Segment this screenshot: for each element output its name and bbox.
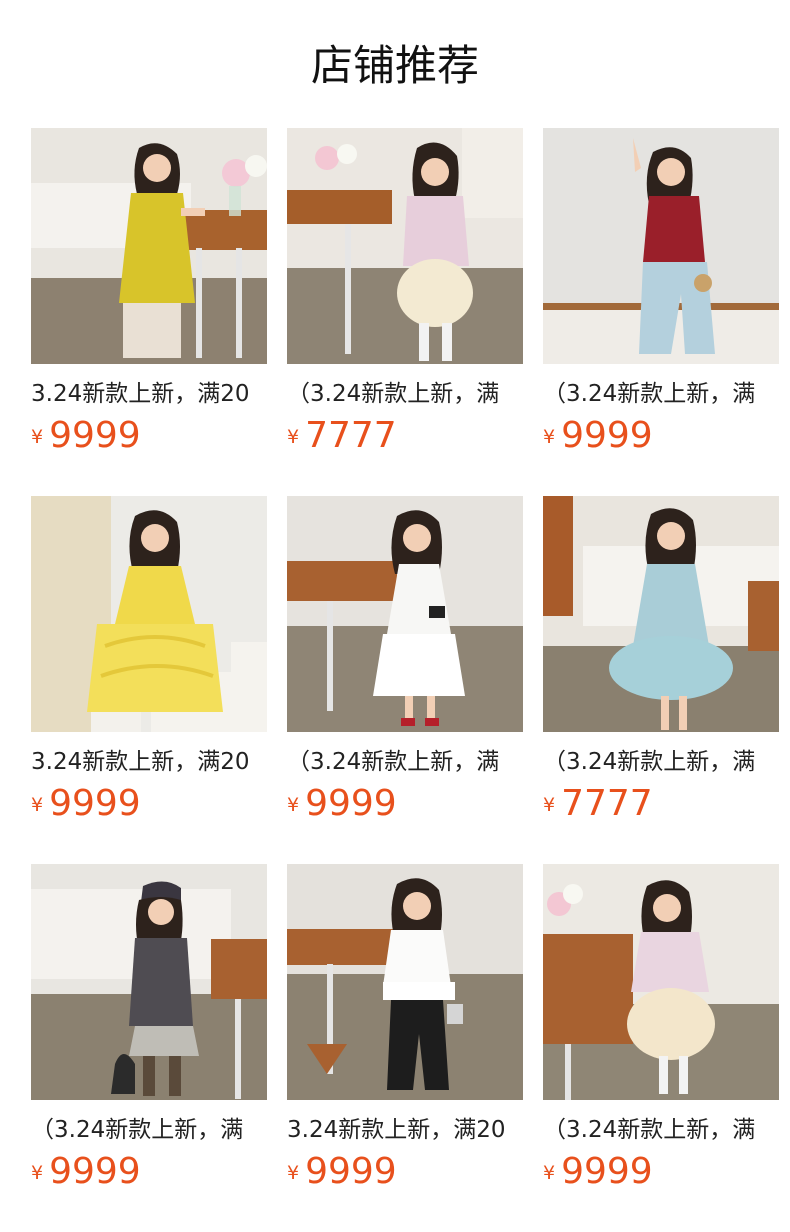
product-card[interactable]: （3.24新款上新，满 ¥9999 (543, 128, 779, 458)
product-title[interactable]: 3.24新款上新，满20 (31, 746, 267, 778)
product-price: ¥9999 (287, 1150, 523, 1194)
product-title[interactable]: 3.24新款上新，满20 (287, 1114, 523, 1146)
product-price: ¥9999 (31, 782, 267, 826)
product-title[interactable]: （3.24新款上新，满 (543, 746, 779, 778)
currency-symbol: ¥ (31, 794, 44, 816)
product-title[interactable]: （3.24新款上新，满 (287, 378, 523, 410)
product-price: ¥9999 (543, 414, 779, 458)
product-title[interactable]: （3.24新款上新，满 (543, 1114, 779, 1146)
price-amount: 7777 (561, 783, 653, 824)
product-card[interactable]: 3.24新款上新，满20 ¥9999 (287, 864, 523, 1194)
product-photo[interactable] (543, 496, 779, 732)
price-amount: 7777 (305, 415, 397, 456)
price-amount: 9999 (49, 783, 141, 824)
product-card[interactable]: （3.24新款上新，满 ¥9999 (31, 864, 267, 1194)
product-photo[interactable] (31, 128, 267, 364)
product-price: ¥7777 (543, 782, 779, 826)
currency-symbol: ¥ (543, 794, 556, 816)
product-title[interactable]: 3.24新款上新，满20 (31, 378, 267, 410)
currency-symbol: ¥ (287, 426, 300, 448)
product-photo[interactable] (287, 864, 523, 1100)
product-title[interactable]: （3.24新款上新，满 (543, 378, 779, 410)
product-card[interactable]: 3.24新款上新，满20 ¥9999 (31, 128, 267, 458)
product-price: ¥7777 (287, 414, 523, 458)
product-card[interactable]: （3.24新款上新，满 ¥7777 (543, 496, 779, 826)
price-amount: 9999 (49, 1151, 141, 1192)
product-card[interactable]: （3.24新款上新，满 ¥7777 (287, 128, 523, 458)
price-amount: 9999 (49, 415, 141, 456)
product-price: ¥9999 (287, 782, 523, 826)
price-amount: 9999 (561, 415, 653, 456)
product-title[interactable]: （3.24新款上新，满 (287, 746, 523, 778)
currency-symbol: ¥ (287, 1162, 300, 1184)
section-title: 店铺推荐 (310, 41, 479, 90)
price-amount: 9999 (305, 783, 397, 824)
currency-symbol: ¥ (543, 1162, 556, 1184)
product-card[interactable]: 3.24新款上新，满20 ¥9999 (31, 496, 267, 826)
price-amount: 9999 (561, 1151, 653, 1192)
currency-symbol: ¥ (287, 794, 300, 816)
product-price: ¥9999 (543, 1150, 779, 1194)
product-photo[interactable] (31, 864, 267, 1100)
product-price: ¥9999 (31, 414, 267, 458)
currency-symbol: ¥ (543, 426, 556, 448)
product-card[interactable]: （3.24新款上新，满 ¥9999 (287, 496, 523, 826)
product-title[interactable]: （3.24新款上新，满 (31, 1114, 267, 1146)
price-amount: 9999 (305, 1151, 397, 1192)
product-card[interactable]: （3.24新款上新，满 ¥9999 (543, 864, 779, 1194)
product-photo[interactable] (287, 496, 523, 732)
product-photo[interactable] (287, 128, 523, 364)
currency-symbol: ¥ (31, 426, 44, 448)
product-photo[interactable] (543, 864, 779, 1100)
product-photo[interactable] (31, 496, 267, 732)
product-photo[interactable] (543, 128, 779, 364)
product-price: ¥9999 (31, 1150, 267, 1194)
currency-symbol: ¥ (31, 1162, 44, 1184)
